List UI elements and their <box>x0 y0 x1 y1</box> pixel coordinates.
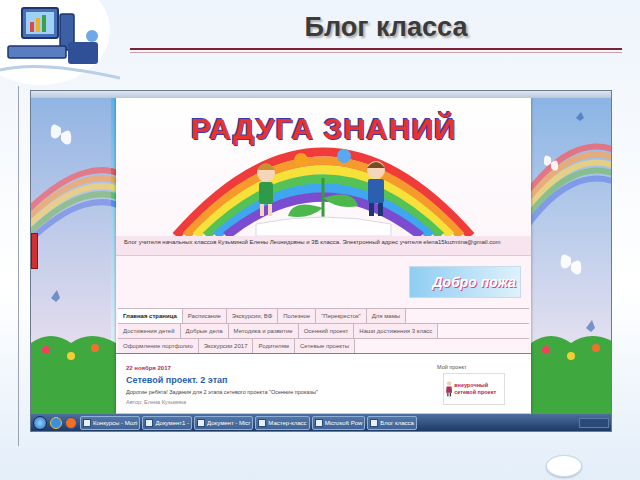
nav-tab[interactable]: Оформление портфолио <box>118 339 199 353</box>
taskbar-item[interactable]: Блог класса <box>367 416 417 430</box>
slide-side-line <box>18 86 19 446</box>
nav-row: Главная страницаРасписаниеЭкскурсии, ВФП… <box>118 308 529 323</box>
post-text: Дорогие ребята! Задания для 2 этапа сете… <box>126 389 427 396</box>
firefox-icon[interactable] <box>65 417 77 429</box>
blog-page: РАДУГА ЗНАНИЙ Блог учителя начальных кла… <box>116 98 531 413</box>
taskbar: Конкурсы - Mozi Документ1 - Документ - Mic… <box>31 414 611 431</box>
post-date: 22 ноября 2017 <box>126 364 427 372</box>
taskbar-item[interactable]: Документ - Micr <box>194 416 253 430</box>
nav-tab[interactable]: Расписание <box>183 309 227 323</box>
nav-tab[interactable]: Добрые дела <box>181 324 229 338</box>
taskbar-item-label: Конкурсы - Mozi <box>93 419 137 427</box>
nav-tab[interactable]: Родителям <box>253 339 295 353</box>
navigation: Главная страницаРасписаниеЭкскурсии, ВФП… <box>116 308 531 354</box>
taskbar-item-label: Microsoft Pow <box>325 419 363 427</box>
nav-tab[interactable]: Достижения детей <box>118 324 181 338</box>
sidebar-toggle[interactable] <box>31 233 38 269</box>
nav-tab[interactable]: Сетевые проекты <box>295 339 355 353</box>
nav-tab[interactable]: Экскурсии 2017 <box>199 339 254 353</box>
start-button[interactable] <box>33 416 47 430</box>
taskbar-item-label: Мастер-класс <box>268 419 306 427</box>
post-author: Автор: Елена Кузьмина <box>126 399 427 406</box>
taskbar-item[interactable]: Конкурсы - Mozi <box>80 416 140 430</box>
task-items: Конкурсы - Mozi Документ1 - Документ - Mic… <box>80 416 576 430</box>
nav-tab[interactable]: Полезное <box>278 309 316 323</box>
window-icon <box>258 419 266 427</box>
girl-icon <box>446 376 452 402</box>
window-icon <box>145 419 153 427</box>
browser-viewport: РАДУГА ЗНАНИЙ Блог учителя начальных кла… <box>31 98 611 414</box>
taskbar-item-label: Блог класса <box>380 419 414 427</box>
blog-screenshot: РАДУГА ЗНАНИЙ Блог учителя начальных кла… <box>30 90 612 432</box>
welcome-area: Добро пожа <box>116 256 531 308</box>
taskbar-item-label: Документ1 - <box>155 419 189 427</box>
project-badge-text: внеурочный сетевой проект <box>454 382 502 396</box>
tray-icon <box>579 418 609 428</box>
nav-tab[interactable]: "Перекресток" <box>316 309 367 323</box>
window-icon <box>197 419 205 427</box>
welcome-banner: Добро пожа <box>409 266 521 298</box>
content-area: 22 ноября 2017 Сетевой проект. 2 этап До… <box>116 354 531 413</box>
title-rule-thin <box>130 52 622 53</box>
nav-tab[interactable]: Методика и развитие <box>229 324 299 338</box>
blog-description: Блог учителя начальных классов Кузьминой… <box>124 238 523 246</box>
title-rule <box>130 48 622 50</box>
blog-description-bar: Блог учителя начальных классов Кузьминой… <box>116 236 531 256</box>
sidebar: Мой проект внеурочный сетевой проект <box>437 364 521 413</box>
blog-header: РАДУГА ЗНАНИЙ <box>116 98 531 236</box>
project-badge[interactable]: внеурочный сетевой проект <box>443 373 505 405</box>
nav-tab[interactable]: Осенний проект <box>299 324 355 338</box>
sidebar-title: Мой проект <box>437 364 521 371</box>
browser-icon[interactable] <box>50 417 62 429</box>
window-icon <box>83 419 91 427</box>
taskbar-item[interactable]: Мастер-класс <box>255 416 309 430</box>
slide-title: Блог класса <box>305 10 468 44</box>
taskbar-item[interactable]: Документ1 - <box>142 416 192 430</box>
window-icon <box>315 419 323 427</box>
nav-tab[interactable]: Главная страница <box>118 309 183 323</box>
window-icon <box>370 419 378 427</box>
nav-tab[interactable]: Наши достижения 3 класс <box>354 324 438 338</box>
blog-header-title: РАДУГА ЗНАНИЙ <box>191 112 457 146</box>
nav-row: Оформление портфолиоЭкскурсии 2017Родите… <box>118 338 529 353</box>
post: 22 ноября 2017 Сетевой проект. 2 этап До… <box>126 364 427 413</box>
post-title[interactable]: Сетевой проект. 2 этап <box>126 375 427 386</box>
taskbar-item-label: Документ - Micr <box>207 419 250 427</box>
slide-nav-oval[interactable] <box>546 455 582 477</box>
taskbar-item[interactable]: Microsoft Pow <box>312 416 366 430</box>
computer-icon <box>0 0 120 92</box>
nav-tab[interactable]: Для мамы <box>367 309 406 323</box>
browser-toolbar <box>31 91 611 98</box>
welcome-text: Добро пожа <box>432 272 516 293</box>
nav-row: Достижения детейДобрые делаМетодика и ра… <box>118 323 529 338</box>
nav-tab[interactable]: Экскурсии, ВФ <box>227 309 278 323</box>
slide: Блог класса <box>0 0 640 480</box>
